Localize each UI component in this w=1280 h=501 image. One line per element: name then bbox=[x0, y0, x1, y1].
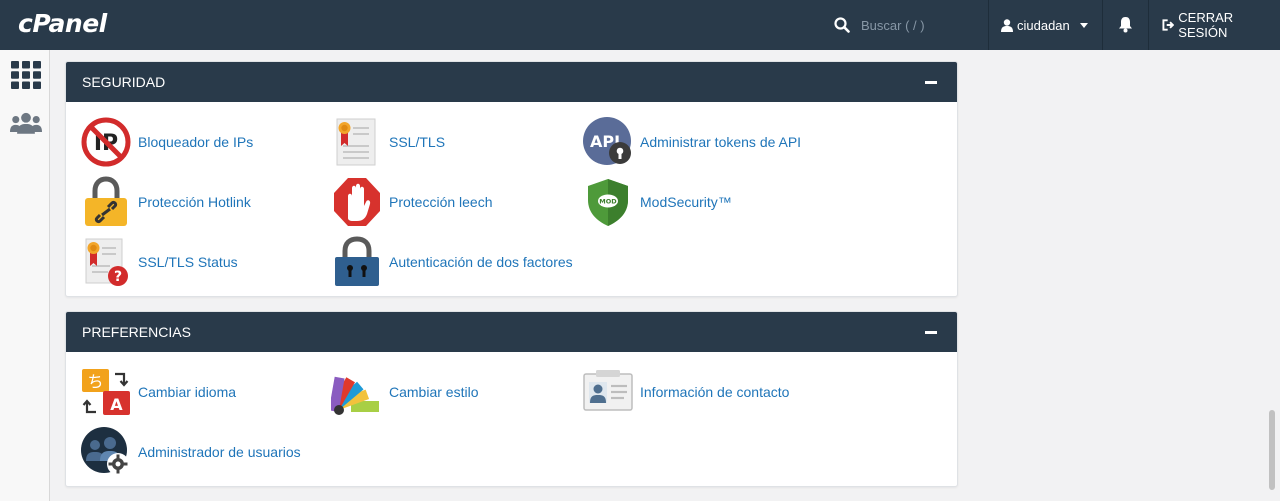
sidebar-item-users[interactable] bbox=[10, 108, 42, 140]
svg-text:A: A bbox=[110, 395, 123, 414]
section-title: PREFERENCIAS bbox=[82, 324, 191, 340]
chevron-down-icon bbox=[1079, 22, 1088, 28]
leech-hand-icon bbox=[331, 176, 383, 228]
tool-label: Cambiar idioma bbox=[138, 384, 237, 400]
header-divider bbox=[1102, 0, 1103, 50]
header-divider bbox=[988, 0, 989, 50]
cpanel-logo[interactable]: cPanel bbox=[18, 9, 107, 38]
section-preferencias: PREFERENCIAS ちA Cambiar idioma Cambiar e bbox=[65, 311, 958, 487]
user-icon bbox=[1001, 18, 1013, 32]
tool-leech-protection[interactable]: Protección leech bbox=[331, 176, 493, 228]
search-box[interactable] bbox=[834, 0, 984, 50]
tool-contact-info[interactable]: Información de contacto bbox=[582, 366, 789, 418]
tool-ssl-tls-status[interactable]: ? SSL/TLS Status bbox=[80, 236, 238, 288]
collapse-button[interactable] bbox=[925, 331, 937, 334]
svg-text:MOD: MOD bbox=[599, 198, 617, 206]
tool-label: ModSecurity™ bbox=[640, 194, 732, 210]
section-header: SEGURIDAD bbox=[66, 62, 957, 102]
header-divider bbox=[1148, 0, 1149, 50]
page-scrollbar[interactable] bbox=[1269, 410, 1275, 490]
sidebar-item-apps[interactable] bbox=[10, 59, 42, 91]
user-menu[interactable]: ciudadan bbox=[1001, 0, 1092, 50]
users-icon bbox=[10, 112, 42, 134]
search-icon bbox=[834, 17, 850, 33]
ip-blocker-icon: IP bbox=[80, 116, 132, 168]
two-factor-lock-icon bbox=[331, 236, 383, 288]
section-title: SEGURIDAD bbox=[82, 74, 166, 90]
tool-label: Bloqueador de IPs bbox=[138, 134, 254, 150]
top-bar: cPanel ciudadan CERRAR SESIÓN bbox=[0, 0, 1280, 50]
tool-label: Autenticación de dos factores bbox=[389, 254, 573, 270]
grid-icon bbox=[11, 61, 41, 89]
api-token-icon: API bbox=[582, 116, 634, 168]
logout-button[interactable]: CERRAR SESIÓN bbox=[1162, 0, 1280, 50]
tool-label: SSL/TLS bbox=[389, 134, 446, 150]
user-manager-icon bbox=[80, 426, 132, 478]
tool-user-manager[interactable]: Administrador de usuarios bbox=[80, 426, 301, 478]
svg-text:ち: ち bbox=[87, 372, 103, 391]
notifications-button[interactable] bbox=[1118, 16, 1133, 38]
tool-label: Administrador de usuarios bbox=[138, 444, 301, 460]
section-header: PREFERENCIAS bbox=[66, 312, 957, 352]
tool-change-style[interactable]: Cambiar estilo bbox=[331, 366, 478, 418]
tool-label: Administrar tokens de API bbox=[640, 134, 802, 150]
tool-label: Protección leech bbox=[389, 194, 493, 210]
tool-label: Protección Hotlink bbox=[138, 194, 251, 210]
tool-hotlink-protection[interactable]: Protección Hotlink bbox=[80, 176, 251, 228]
logout-label: CERRAR SESIÓN bbox=[1178, 10, 1234, 40]
tool-label: Información de contacto bbox=[640, 384, 790, 400]
tool-modsecurity[interactable]: MOD ModSecurity™ bbox=[582, 176, 732, 228]
bell-icon bbox=[1119, 17, 1132, 33]
language-icon: ちA bbox=[80, 366, 132, 418]
tool-change-language[interactable]: ちA Cambiar idioma bbox=[80, 366, 236, 418]
logout-icon bbox=[1162, 19, 1175, 31]
modsecurity-shield-icon: MOD bbox=[582, 176, 634, 228]
contact-card-icon bbox=[582, 366, 634, 418]
tool-two-factor-auth[interactable]: Autenticación de dos factores bbox=[331, 236, 573, 288]
style-palette-icon bbox=[331, 366, 383, 418]
tool-label: SSL/TLS Status bbox=[138, 254, 238, 270]
tool-ssl-tls[interactable]: SSL/TLS bbox=[331, 116, 445, 168]
side-nav bbox=[0, 50, 50, 501]
tool-ip-blocker[interactable]: IP Bloqueador de IPs bbox=[80, 116, 253, 168]
tool-label: Cambiar estilo bbox=[389, 384, 479, 400]
collapse-button[interactable] bbox=[925, 81, 937, 84]
hotlink-lock-icon bbox=[80, 176, 132, 228]
username: ciudadan bbox=[1017, 17, 1070, 33]
section-seguridad: SEGURIDAD IP Bloqueador de IPs SSL/TLS A… bbox=[65, 61, 958, 297]
ssl-certificate-icon bbox=[331, 116, 383, 168]
search-input[interactable] bbox=[861, 17, 971, 33]
ssl-status-icon: ? bbox=[80, 236, 132, 288]
svg-text:?: ? bbox=[114, 269, 122, 285]
tool-api-tokens[interactable]: API Administrar tokens de API bbox=[582, 116, 801, 168]
